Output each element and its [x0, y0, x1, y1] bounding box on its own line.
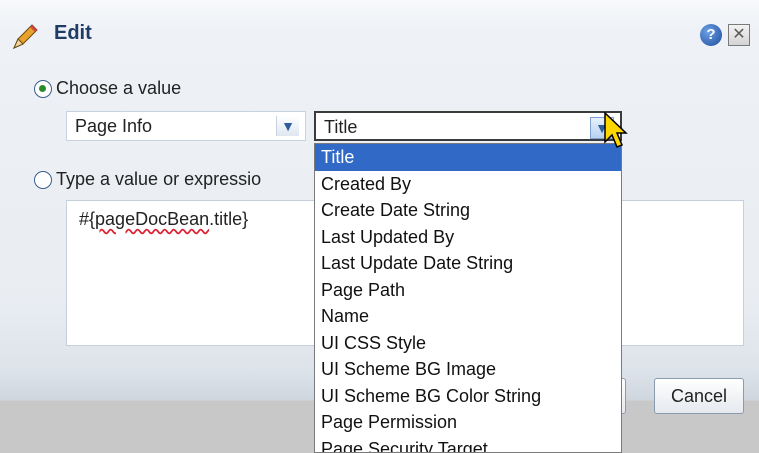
- dropdown-option[interactable]: Page Permission: [315, 409, 621, 436]
- dropdown-option[interactable]: Name: [315, 303, 621, 330]
- dropdown-option[interactable]: Created By: [315, 171, 621, 198]
- type-value-label: Type a value or expressio: [56, 169, 262, 189]
- mouse-pointer-icon: [604, 112, 628, 148]
- choose-value-label: Choose a value: [56, 78, 182, 98]
- misspelled-word: pageDocBean: [95, 209, 210, 229]
- dropdown-option[interactable]: UI Scheme BG Color String: [315, 383, 621, 410]
- dropdown-option[interactable]: Title: [315, 144, 621, 171]
- dropdown-option[interactable]: Last Update Date String: [315, 250, 621, 277]
- property-dropdown-list[interactable]: Title Created By Create Date String Last Up…: [314, 143, 622, 453]
- dropdown-option[interactable]: Create Date String: [315, 197, 621, 224]
- dropdown-option[interactable]: UI Scheme BG Image: [315, 356, 621, 383]
- dropdown-option[interactable]: Page Security Target: [315, 436, 621, 453]
- type-value-radio[interactable]: [34, 171, 52, 189]
- property-select-value: Title: [324, 117, 358, 137]
- cancel-button[interactable]: Cancel: [654, 378, 744, 414]
- pencil-icon: [13, 24, 38, 49]
- property-select[interactable]: Title ▼: [314, 111, 622, 141]
- chevron-down-icon[interactable]: ▼: [276, 116, 299, 136]
- help-icon[interactable]: ?: [700, 24, 722, 46]
- expression-text: #{pageDocBean.title}: [79, 209, 249, 229]
- dropdown-option[interactable]: Page Path: [315, 277, 621, 304]
- dialog-titlebar: Edit ? ✕: [0, 0, 759, 70]
- dropdown-option[interactable]: UI CSS Style: [315, 330, 621, 357]
- category-select[interactable]: Page Info ▼: [66, 111, 306, 141]
- dialog-title: Edit: [54, 22, 92, 44]
- close-icon[interactable]: ✕: [728, 24, 750, 46]
- edit-dialog: Edit ? ✕ Choose a value Page Info ▼ Titl…: [0, 0, 759, 453]
- choose-value-radio[interactable]: [34, 80, 52, 98]
- dropdown-option[interactable]: Last Updated By: [315, 224, 621, 251]
- category-select-value: Page Info: [75, 116, 153, 136]
